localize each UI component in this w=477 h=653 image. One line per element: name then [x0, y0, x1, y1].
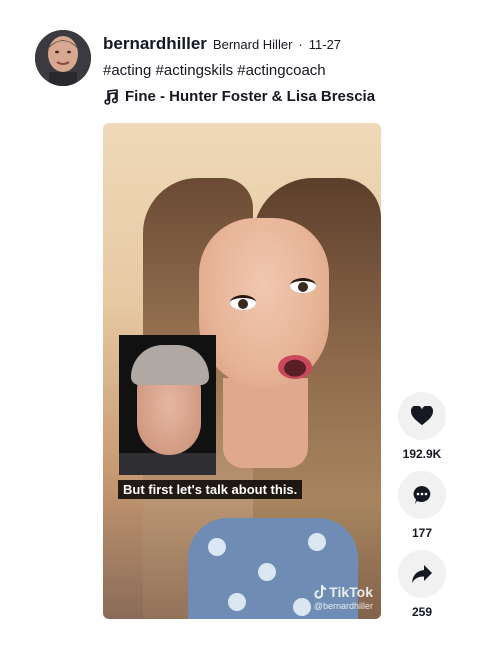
comment-bubble-icon: [413, 486, 431, 504]
heart-icon: [411, 406, 433, 426]
share-button[interactable]: [398, 550, 446, 598]
video-scene-neck: [223, 378, 308, 468]
video-scene-eye: [230, 295, 256, 310]
music-title: Fine - Hunter Foster & Lisa Brescia: [125, 88, 376, 105]
watermark-handle: @bernardhiller: [313, 601, 373, 611]
post-header: bernardhiller Bernard Hiller · 11-27 #ac…: [103, 34, 457, 105]
watermark-brand: TikTok: [329, 584, 373, 600]
share-count: 259: [411, 605, 433, 619]
author-avatar[interactable]: [35, 30, 91, 86]
comment-count: 177: [411, 526, 433, 540]
duet-inset-video: [119, 335, 216, 475]
post-caption[interactable]: #acting #actingskils #actingcoach: [103, 62, 457, 79]
avatar-image: [35, 30, 91, 86]
like-count: 192.9K: [402, 447, 442, 461]
post-date: 11-27: [308, 37, 342, 52]
action-bar: 192.9K 177 259: [396, 392, 448, 629]
video-scene-eye: [290, 278, 316, 293]
tiktok-watermark: TikTok @bernardhiller: [314, 584, 373, 611]
video-scene-mouth: [278, 355, 312, 379]
tiktok-logo-icon: [314, 585, 327, 599]
music-note-icon: [104, 88, 118, 105]
like-button[interactable]: [398, 392, 446, 440]
video-player[interactable]: But first let's talk about this. TikTok …: [103, 123, 381, 619]
separator: ·: [298, 37, 303, 52]
music-link[interactable]: Fine - Hunter Foster & Lisa Brescia: [103, 88, 457, 105]
comment-button[interactable]: [398, 471, 446, 519]
share-arrow-icon: [412, 565, 432, 583]
share-action: 259: [396, 550, 448, 629]
nickname: Bernard Hiller: [212, 37, 293, 52]
like-action: 192.9K: [396, 392, 448, 471]
comment-action: 177: [396, 471, 448, 550]
video-subtitle: But first let's talk about this.: [118, 480, 303, 499]
username[interactable]: bernardhiller: [103, 34, 207, 54]
